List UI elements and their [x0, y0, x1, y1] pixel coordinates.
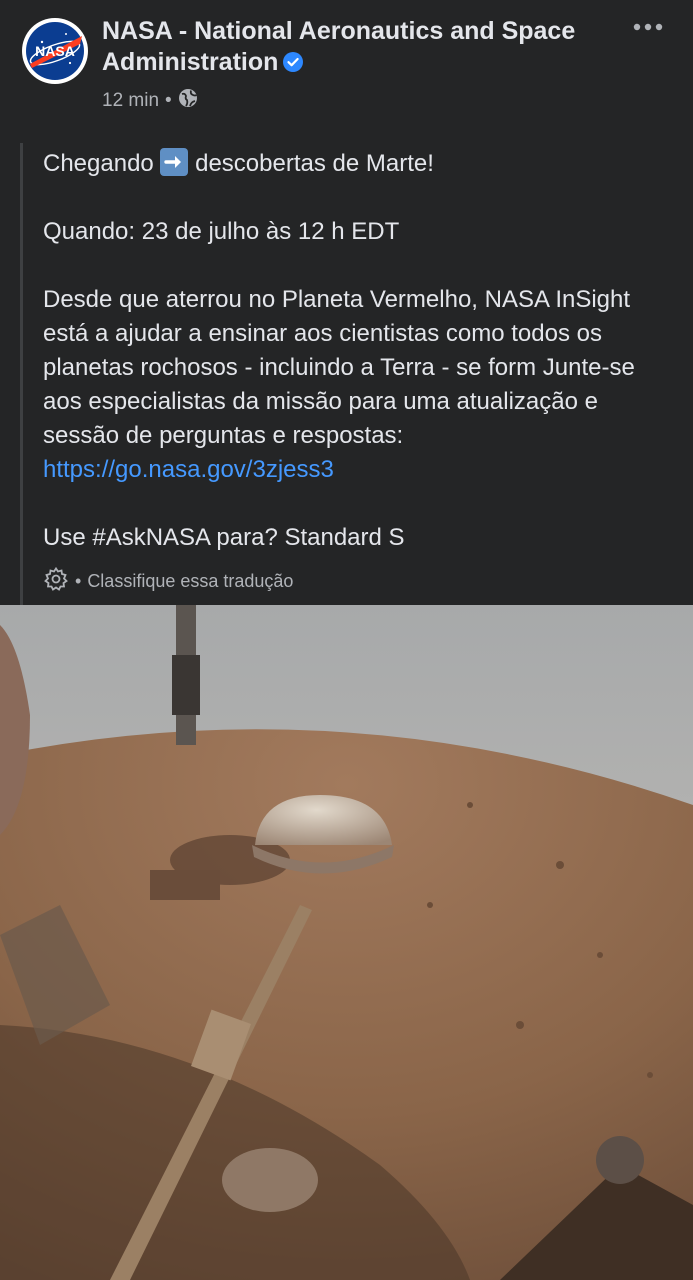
nasa-logo-text: NASA: [35, 43, 75, 59]
post-line-intro: Chegando descobertas de Marte!: [43, 147, 663, 181]
more-options-icon[interactable]: [633, 18, 663, 36]
translation-rating[interactable]: • Classifique essa tradução: [43, 566, 293, 597]
post-line-body: Desde que aterrou no Planeta Vermelho, N…: [43, 283, 663, 487]
post-line-when: Quando: 23 de julho às 12 h EDT: [43, 218, 400, 245]
page-name-text[interactable]: NASA - National Aeronautics and Space Ad…: [102, 17, 575, 76]
meta-separator: •: [165, 90, 172, 111]
intro-before: Chegando: [43, 150, 154, 177]
post-text: Chegando descobertas de Marte! Quando: 2…: [43, 147, 663, 555]
body-text: Desde que aterrou no Planeta Vermelho, N…: [43, 286, 635, 449]
translation-separator: •: [75, 571, 82, 591]
post-photo-mars-insight[interactable]: [0, 605, 693, 1280]
post-line-closing: Use #AskNASA para? Standard S: [43, 524, 405, 551]
page-name[interactable]: NASA - National Aeronautics and Space Ad…: [102, 16, 602, 81]
gear-icon[interactable]: [43, 566, 69, 597]
translation-label[interactable]: Classifique essa tradução: [87, 571, 293, 592]
nasa-logo-avatar[interactable]: NASA: [22, 18, 88, 84]
right-arrow-emoji: [160, 148, 189, 176]
verified-badge-icon: [282, 50, 304, 81]
nasa-short-link[interactable]: https://go.nasa.gov/3zjess3: [43, 456, 334, 483]
globe-icon: [178, 88, 198, 114]
post-header: NASA NASA - National Aeronautics and Spa…: [0, 0, 693, 125]
post-body: Chegando descobertas de Marte! Quando: 2…: [20, 143, 673, 605]
intro-after: descobertas de Marte!: [195, 150, 434, 177]
post-timestamp[interactable]: 12 min: [102, 90, 159, 112]
post-meta: 12 min •: [102, 88, 198, 114]
